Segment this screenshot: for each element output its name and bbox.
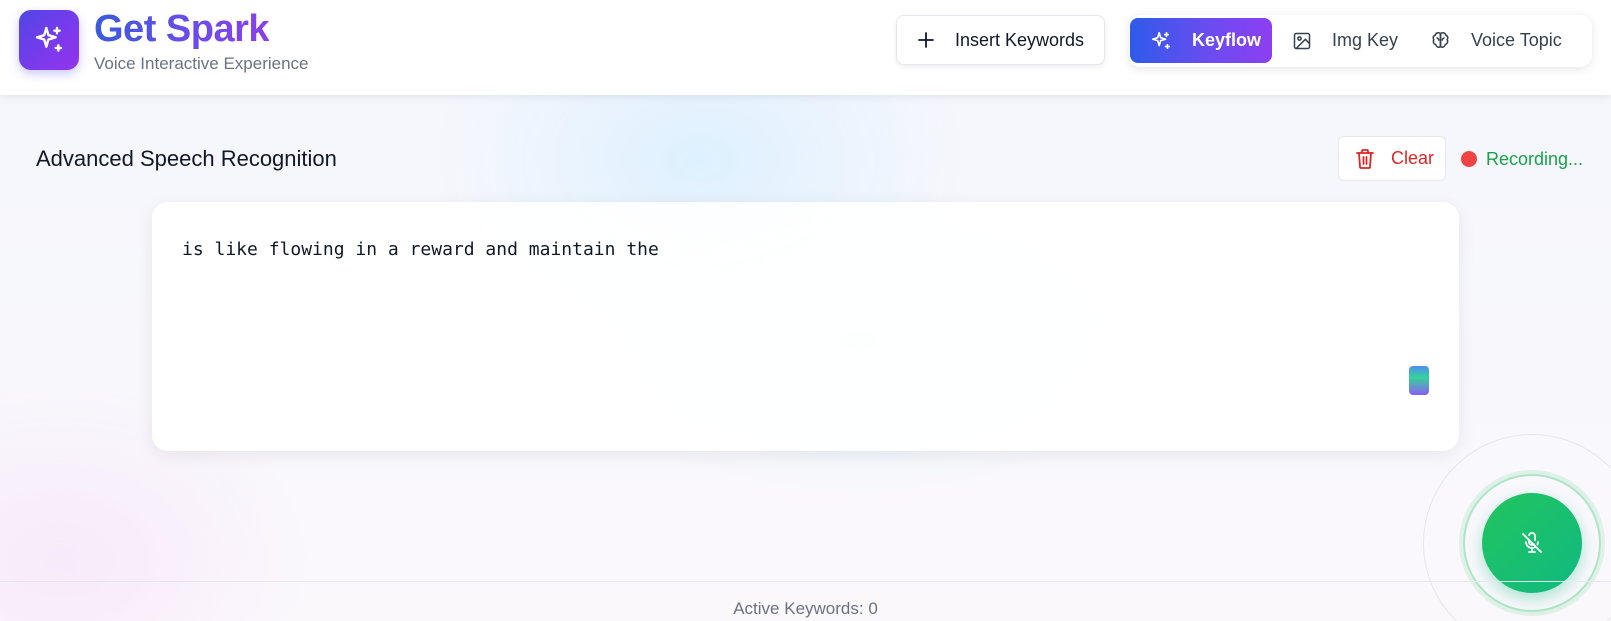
typing-caret — [1409, 366, 1429, 395]
mode-keyflow-button[interactable]: Keyflow — [1130, 18, 1272, 63]
app-subtitle: Voice Interactive Experience — [94, 54, 309, 73]
sparkles-icon — [1150, 30, 1172, 52]
mic-off-icon — [1520, 531, 1544, 555]
sparkles-icon — [33, 24, 65, 56]
clear-button[interactable]: Clear — [1338, 136, 1446, 181]
insert-keywords-label: Insert Keywords — [955, 29, 1085, 50]
active-keywords-count: Active Keywords: 0 — [733, 599, 878, 618]
trash-icon — [1355, 148, 1375, 170]
transcript-panel[interactable]: is like flowing in a reward and maintain… — [152, 202, 1459, 451]
app-logo[interactable] — [19, 10, 79, 70]
plus-icon — [917, 31, 935, 49]
recording-status: Recording... — [1486, 149, 1584, 169]
footer-divider — [0, 581, 1611, 582]
mode-keyflow-label: Keyflow — [1192, 30, 1262, 50]
section-title: Advanced Speech Recognition — [36, 146, 337, 171]
app-header: Get Spark Voice Interactive Experience I… — [0, 0, 1611, 95]
mode-voice-topic-button[interactable]: Voice Topic — [1419, 18, 1587, 63]
transcript-text: is like flowing in a reward and maintain… — [182, 239, 659, 260]
mode-img-key-button[interactable]: Img Key — [1279, 18, 1409, 63]
brain-icon — [1430, 30, 1451, 51]
recording-indicator-dot — [1461, 151, 1477, 167]
insert-keywords-button[interactable]: Insert Keywords — [896, 15, 1105, 65]
mic-toggle-button[interactable] — [1482, 493, 1582, 593]
clear-label: Clear — [1391, 148, 1435, 168]
app-title: Get Spark — [94, 8, 270, 50]
mode-img-key-label: Img Key — [1332, 30, 1399, 50]
mode-voice-topic-label: Voice Topic — [1471, 30, 1562, 50]
mode-switcher: Keyflow Img Key Voice Topic — [1129, 15, 1592, 67]
image-icon — [1292, 31, 1312, 51]
